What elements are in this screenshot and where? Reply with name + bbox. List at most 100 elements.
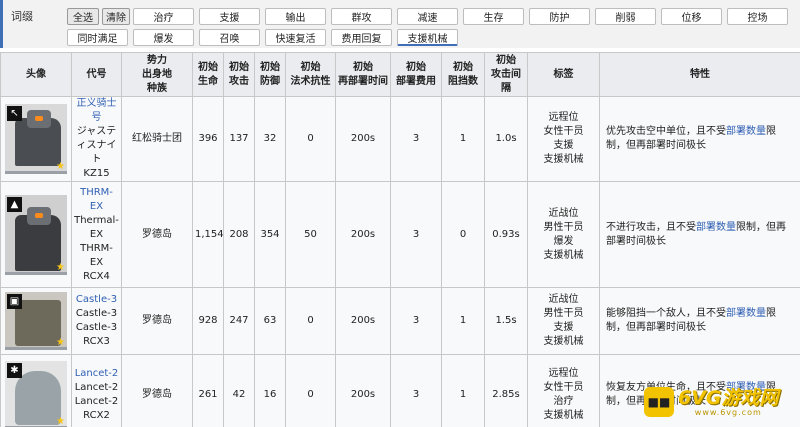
- block-cell: 1: [441, 354, 485, 427]
- table-row: ↖ ★ 正义骑士号 ジャスティスナイト KZ15 红松骑士团 396 137 3…: [0, 96, 800, 182]
- tag-heal[interactable]: 治疗: [133, 8, 194, 25]
- tag-defense[interactable]: 防护: [529, 8, 590, 25]
- tag-shift[interactable]: 位移: [661, 8, 722, 25]
- col-redeploy: 初始 再部署时间: [335, 52, 391, 97]
- col-atk: 初始 攻击: [223, 52, 255, 97]
- tag-burst[interactable]: 爆发: [133, 29, 194, 46]
- cost-cell: 3: [390, 96, 442, 182]
- table-row: ▲ ★ THRM-EX Thermal-EX THRM-EX RCX4 罗德岛 …: [0, 181, 800, 288]
- def-cell: 63: [254, 287, 286, 355]
- interval-cell: 1.0s: [484, 96, 528, 182]
- trait-link[interactable]: 部署数量: [726, 126, 766, 137]
- col-faction: 势力 出身地 种族: [121, 52, 193, 97]
- col-interval: 初始 攻击间隔: [484, 52, 528, 97]
- block-cell: 0: [441, 181, 485, 288]
- trait-cell: 不进行攻击，且不受部署数量限制，但再部署时间极长: [599, 181, 800, 288]
- avatar[interactable]: ▲ ★: [5, 194, 67, 275]
- hp-cell: 396: [192, 96, 224, 182]
- col-hp: 初始 生命: [192, 52, 224, 97]
- tag-survival[interactable]: 生存: [463, 8, 524, 25]
- def-cell: 16: [254, 354, 286, 427]
- tags-cell: 近战位 男性干员 爆发 支援机械: [527, 181, 600, 288]
- tag-dps[interactable]: 输出: [265, 8, 326, 25]
- cost-cell: 3: [390, 287, 442, 355]
- col-res: 初始 法术抗性: [285, 52, 336, 97]
- interval-cell: 1.5s: [484, 287, 528, 355]
- table-row: ▣ ★ Castle-3 Castle-3 Castle-3 RCX3 罗德岛 …: [0, 287, 800, 355]
- watermark-name: 6VG游戏网: [678, 386, 779, 409]
- faction-cell: 红松骑士团: [121, 96, 193, 182]
- col-cost: 初始 部署费用: [390, 52, 442, 97]
- watermark-url: www.6vg.com: [694, 407, 762, 417]
- guard-class-icon: ▲: [7, 196, 22, 212]
- res-cell: 50: [285, 181, 336, 288]
- def-cell: 354: [254, 181, 286, 288]
- defender-class-icon: ▣: [7, 294, 22, 309]
- redeploy-cell: 200s: [335, 181, 391, 288]
- trait-link[interactable]: 部署数量: [726, 308, 766, 319]
- tag-debuff[interactable]: 削弱: [595, 8, 656, 25]
- block-cell: 1: [441, 287, 485, 355]
- hp-cell: 261: [192, 354, 224, 427]
- res-cell: 0: [285, 96, 336, 182]
- medic-class-icon: ✱: [7, 362, 22, 378]
- faction-cell: 罗德岛: [121, 181, 193, 288]
- snipe-class-icon: ↖: [7, 106, 22, 121]
- tag-crowd-control[interactable]: 控场: [727, 8, 788, 25]
- trait-link[interactable]: 部署数量: [696, 222, 736, 233]
- faction-cell: 罗德岛: [121, 287, 193, 355]
- tag-dp-recovery[interactable]: 费用回复: [331, 29, 392, 46]
- res-cell: 0: [285, 287, 336, 355]
- tag-fast-redeploy[interactable]: 快速复活: [265, 29, 326, 46]
- avatar[interactable]: ✱ ★: [5, 360, 67, 427]
- tags-cell: 远程位 女性干员 治疗 支援机械: [527, 354, 600, 427]
- tag-aoe[interactable]: 群攻: [331, 8, 392, 25]
- operator-name-link[interactable]: 正义骑士号: [77, 98, 117, 123]
- site-watermark: ■■ 6VG游戏网 www.6vg.com: [644, 381, 794, 423]
- col-tags: 标签: [527, 52, 600, 97]
- redeploy-cell: 200s: [335, 287, 391, 355]
- redeploy-cell: 200s: [335, 96, 391, 182]
- faction-cell: 罗德岛: [121, 354, 193, 427]
- tag-match-all[interactable]: 同时满足: [67, 29, 128, 46]
- atk-cell: 42: [223, 354, 255, 427]
- atk-cell: 208: [223, 181, 255, 288]
- operator-table: 头像 代号 势力 出身地 种族 初始 生命 初始 攻击 初始 防御 初始 法术抗性 初始…: [0, 52, 800, 427]
- tag-slow[interactable]: 减速: [397, 8, 458, 25]
- cost-cell: 3: [390, 181, 442, 288]
- col-def: 初始 防御: [254, 52, 286, 97]
- operator-name-link[interactable]: THRM-EX: [80, 187, 113, 212]
- tag-robot[interactable]: 支援机械: [397, 29, 458, 46]
- interval-cell: 0.93s: [484, 181, 528, 288]
- trait-cell: 优先攻击空中单位，且不受部署数量限制，但再部署时间极长: [599, 96, 800, 182]
- interval-cell: 2.85s: [484, 354, 528, 427]
- col-traits: 特性: [599, 52, 800, 97]
- cost-cell: 3: [390, 354, 442, 427]
- res-cell: 0: [285, 354, 336, 427]
- filter-title: 词缀: [11, 10, 33, 23]
- tag-support[interactable]: 支援: [199, 8, 260, 25]
- tags-cell: 远程位 女性干员 支援 支援机械: [527, 96, 600, 182]
- def-cell: 32: [254, 96, 286, 182]
- redeploy-cell: 200s: [335, 354, 391, 427]
- col-avatar: 头像: [0, 52, 72, 97]
- block-cell: 1: [441, 96, 485, 182]
- col-code: 代号: [71, 52, 122, 97]
- filter-panel: 词缀 全选 清除 治疗 支援 输出 群攻 减速 生存 防护 削弱 位移 控场 同…: [0, 0, 800, 48]
- clear-button[interactable]: 清除: [102, 8, 130, 25]
- trait-cell: 能够阻挡一个敌人，且不受部署数量限制，但再部署时间极长: [599, 287, 800, 355]
- operator-name-link[interactable]: Lancet-2: [75, 368, 119, 379]
- atk-cell: 247: [223, 287, 255, 355]
- hp-cell: 1,154: [192, 181, 224, 288]
- hp-cell: 928: [192, 287, 224, 355]
- select-all-button[interactable]: 全选: [67, 8, 99, 25]
- col-block: 初始 阻挡数: [441, 52, 485, 97]
- table-header-row: 头像 代号 势力 出身地 种族 初始 生命 初始 攻击 初始 防御 初始 法术抗性 初始…: [0, 52, 800, 97]
- atk-cell: 137: [223, 96, 255, 182]
- tags-cell: 近战位 男性干员 支援 支援机械: [527, 287, 600, 355]
- avatar[interactable]: ▣ ★: [5, 292, 67, 350]
- avatar[interactable]: ↖ ★: [5, 104, 67, 174]
- operator-name-link[interactable]: Castle-3: [76, 294, 117, 305]
- gamepad-logo-icon: ■■: [644, 387, 674, 417]
- tag-summon[interactable]: 召唤: [199, 29, 260, 46]
